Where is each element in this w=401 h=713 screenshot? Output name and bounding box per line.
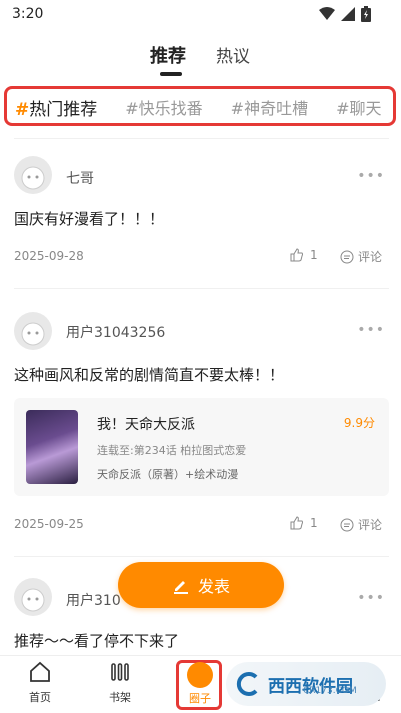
post-text: 国庆有好漫看了！！！: [14, 210, 165, 228]
divider: [14, 288, 389, 289]
tab-underline: [160, 72, 182, 76]
publish-label: 发表: [197, 577, 230, 596]
divider: [14, 138, 389, 139]
nav-label: 圈子: [189, 692, 211, 705]
topic-label: 快乐找番: [138, 99, 203, 118]
topic-hash: #: [15, 100, 30, 120]
tab-recommend[interactable]: 推荐: [150, 42, 186, 68]
post-username[interactable]: 七哥: [66, 168, 94, 188]
topic-row: #热门推荐 #快乐找番 #神奇吐槽 #聊天: [4, 86, 396, 126]
bookshelf-icon: [111, 663, 129, 681]
post-username[interactable]: 用户31043256: [66, 322, 165, 342]
tab-hot-discussion[interactable]: 热议: [216, 42, 250, 67]
more-icon[interactable]: •••: [357, 590, 385, 606]
comment-label: 评论: [358, 518, 383, 532]
nav-bookshelf[interactable]: 书架: [90, 660, 150, 705]
like-count: 1: [310, 516, 318, 530]
post-date: 2025-09-25: [14, 517, 84, 531]
like-count: 1: [310, 248, 318, 262]
avatar[interactable]: [14, 312, 52, 350]
nav-label: 首页: [29, 691, 51, 704]
signal-icon: [341, 7, 355, 21]
battery-icon: [361, 6, 371, 22]
comment-button[interactable]: 评论: [340, 248, 382, 265]
like-button[interactable]: 1: [290, 248, 318, 262]
topic-hash: #: [230, 99, 245, 118]
publish-button[interactable]: 发表: [118, 562, 284, 608]
watermark-site: CR173.COM: [303, 686, 357, 696]
topic-hash: #: [336, 99, 350, 118]
nav-home[interactable]: 首页: [10, 660, 70, 705]
topic-label: 热门推荐: [29, 100, 98, 120]
comic-card[interactable]: 我！天命大反派 9.9分 连载至:第234话 柏拉图式恋爱 天命反派（原著）+绘…: [14, 398, 389, 496]
more-icon[interactable]: •••: [357, 322, 385, 338]
top-tabs: 推荐 热议: [0, 38, 401, 78]
topic-label: 聊天: [349, 99, 382, 118]
comment-label: 评论: [358, 250, 383, 264]
nav-circle[interactable]: 圈子: [170, 688, 230, 706]
comic-title: 我！天命大反派: [97, 417, 195, 433]
divider: [14, 556, 389, 557]
post-username[interactable]: 用户310: [66, 590, 121, 610]
topic-amazing-rant[interactable]: #神奇吐槽: [231, 95, 308, 120]
avatar-face-icon: [21, 166, 45, 190]
comment-icon: [340, 518, 354, 531]
watermark-c-icon: [236, 672, 258, 696]
avatar-face-icon: [21, 588, 45, 612]
comic-cover: [26, 410, 78, 484]
avatar[interactable]: [14, 578, 52, 616]
avatar-face-icon: [21, 322, 45, 346]
like-button[interactable]: 1: [290, 516, 318, 530]
status-time: 3:20: [12, 6, 44, 22]
post-date: 2025-09-28: [14, 249, 84, 263]
thumb-up-icon: [290, 248, 303, 262]
avatar[interactable]: [14, 156, 52, 194]
comic-meta: 连载至:第234话 柏拉图式恋爱: [97, 444, 247, 457]
nav-label: 书架: [109, 691, 131, 704]
comment-icon: [340, 250, 354, 263]
topic-label: 神奇吐槽: [244, 99, 309, 118]
pencil-icon: [173, 581, 188, 594]
comment-button[interactable]: 评论: [340, 516, 382, 533]
post-text: 推荐～～看了停不下来了: [14, 632, 180, 650]
comic-score: 9.9分: [343, 416, 375, 430]
post-text: 这种画风和反常的剧情简直不要太棒！！: [14, 366, 285, 384]
wifi-icon: [319, 7, 335, 20]
status-icons: [319, 6, 371, 22]
more-icon[interactable]: •••: [357, 168, 385, 184]
circle-active-icon: [187, 662, 213, 688]
home-icon: [30, 661, 50, 682]
topic-hash: #: [125, 99, 139, 118]
thumb-up-icon: [290, 516, 303, 530]
status-bar: 3:20: [0, 0, 401, 30]
topic-chat[interactable]: #聊天: [336, 95, 381, 120]
topic-happy-find[interactable]: #快乐找番: [125, 95, 202, 120]
comic-tags: 天命反派（原著）+绘术动漫: [97, 468, 239, 481]
topic-hot-recommend[interactable]: #热门推荐: [15, 95, 97, 120]
watermark-logo: 西西软件园 CR173.COM: [226, 662, 386, 706]
